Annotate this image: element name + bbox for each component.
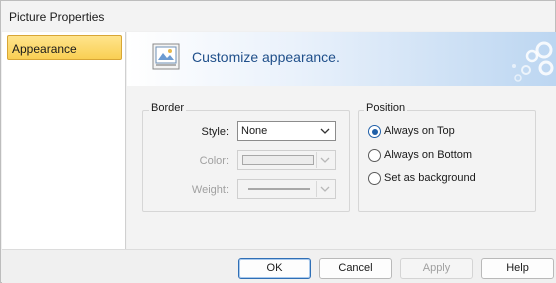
cancel-button[interactable]: Cancel [319,258,392,279]
radio-label: Set as background [384,172,476,184]
color-label: Color: [199,155,229,167]
weight-label: Weight: [191,184,229,196]
sidebar-item-appearance[interactable]: Appearance [7,35,122,60]
radio-label: Always on Bottom [384,149,473,161]
chevron-down-icon [320,157,330,163]
radio-label: Always on Top [384,125,455,137]
sidebar-item-label: Appearance [12,42,77,56]
radio-button[interactable] [368,149,381,162]
category-sidebar: Appearance [2,32,126,249]
color-dropdown[interactable] [237,150,336,170]
picture-properties-icon [152,43,180,70]
window-title: Picture Properties [9,10,105,24]
gears-decoration-icon [512,41,554,82]
combo-divider [316,181,317,197]
weight-dropdown[interactable] [237,179,336,199]
ok-button[interactable]: OK [238,258,311,279]
help-button[interactable]: Help [481,258,554,279]
position-group: Position Always on Top Always on Bottom … [358,102,536,212]
dialog-window: Picture Properties Appearance Customize … [0,0,556,283]
style-dropdown-value: None [241,125,268,137]
properties-panel: Customize appearance. Border Style: None… [127,32,556,249]
title-bar[interactable]: Picture Properties [1,1,555,31]
line-weight-sample [248,188,310,190]
style-dropdown[interactable]: None [237,121,336,141]
color-swatch [242,155,314,165]
header-banner: Customize appearance. [127,32,556,86]
border-group-legend: Border [149,102,187,114]
border-group: Border Style: None Color: Weight: [142,102,350,212]
chevron-down-icon [320,186,330,192]
position-group-legend: Position [364,102,408,114]
banner-title: Customize appearance. [192,49,340,65]
style-label: Style: [201,126,229,138]
apply-button[interactable]: Apply [400,258,473,279]
combo-divider [316,152,317,168]
button-bar: OK Cancel Apply Help [2,249,556,283]
radio-button[interactable] [368,172,381,185]
chevron-down-icon [320,128,330,134]
radio-button[interactable] [368,125,381,138]
